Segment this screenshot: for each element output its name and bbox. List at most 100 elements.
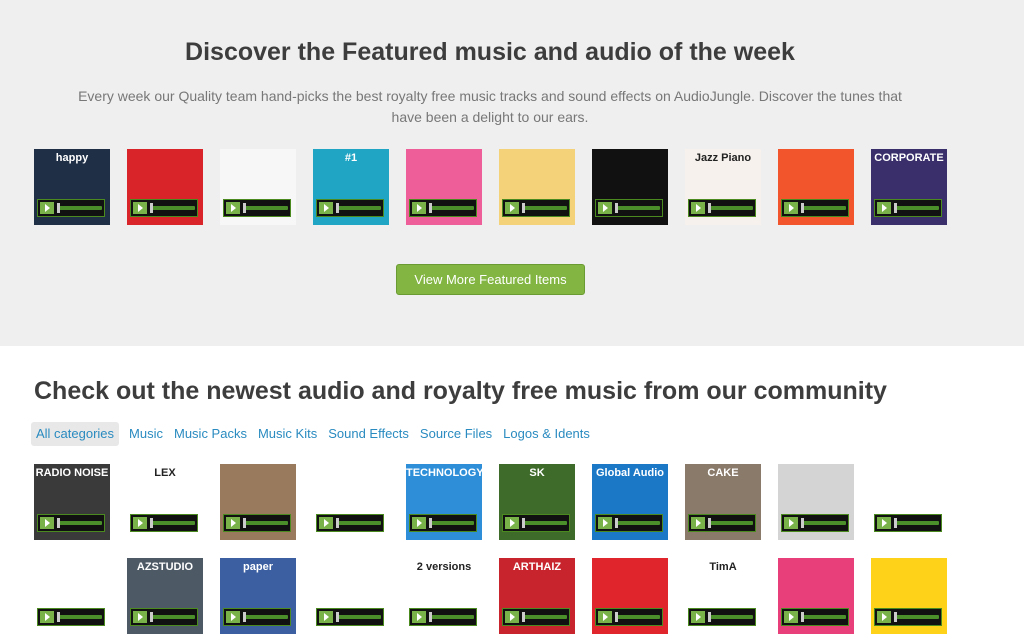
audio-preview-player[interactable] bbox=[223, 608, 291, 626]
audio-item-thumbnail[interactable] bbox=[871, 558, 947, 634]
audio-preview-player[interactable] bbox=[409, 514, 477, 532]
play-icon[interactable] bbox=[319, 517, 333, 529]
playhead-handle[interactable] bbox=[615, 612, 618, 622]
progress-bar[interactable] bbox=[150, 206, 195, 210]
progress-bar[interactable] bbox=[894, 206, 939, 210]
audio-item-thumbnail[interactable]: 2 versions bbox=[406, 558, 482, 634]
audio-item-thumbnail[interactable]: LEX bbox=[127, 464, 203, 540]
audio-item-thumbnail[interactable]: TimA bbox=[685, 558, 761, 634]
audio-preview-player[interactable] bbox=[409, 199, 477, 217]
audio-preview-player[interactable] bbox=[316, 514, 384, 532]
view-more-featured-button[interactable]: View More Featured Items bbox=[396, 264, 585, 295]
playhead-handle[interactable] bbox=[522, 612, 525, 622]
audio-item-thumbnail[interactable]: Global Audio bbox=[592, 464, 668, 540]
audio-preview-player[interactable] bbox=[316, 199, 384, 217]
audio-preview-player[interactable] bbox=[409, 608, 477, 626]
audio-preview-player[interactable] bbox=[316, 608, 384, 626]
audio-item-thumbnail[interactable] bbox=[220, 149, 296, 225]
audio-item-thumbnail[interactable] bbox=[778, 464, 854, 540]
audio-preview-player[interactable] bbox=[688, 514, 756, 532]
progress-bar[interactable] bbox=[522, 615, 567, 619]
progress-bar[interactable] bbox=[57, 206, 102, 210]
playhead-handle[interactable] bbox=[522, 518, 525, 528]
audio-preview-player[interactable] bbox=[502, 199, 570, 217]
play-icon[interactable] bbox=[691, 611, 705, 623]
audio-item-thumbnail[interactable]: paper bbox=[220, 558, 296, 634]
audio-item-thumbnail[interactable] bbox=[220, 464, 296, 540]
category-source-files[interactable]: Source Files bbox=[419, 422, 493, 446]
progress-bar[interactable] bbox=[801, 615, 846, 619]
audio-preview-player[interactable] bbox=[130, 608, 198, 626]
progress-bar[interactable] bbox=[57, 521, 102, 525]
play-icon[interactable] bbox=[505, 611, 519, 623]
progress-bar[interactable] bbox=[708, 615, 753, 619]
audio-preview-player[interactable] bbox=[223, 514, 291, 532]
audio-preview-player[interactable] bbox=[37, 514, 105, 532]
playhead-handle[interactable] bbox=[522, 203, 525, 213]
playhead-handle[interactable] bbox=[57, 518, 60, 528]
audio-preview-player[interactable] bbox=[595, 608, 663, 626]
playhead-handle[interactable] bbox=[708, 203, 711, 213]
play-icon[interactable] bbox=[133, 202, 147, 214]
playhead-handle[interactable] bbox=[429, 203, 432, 213]
playhead-handle[interactable] bbox=[894, 612, 897, 622]
progress-bar[interactable] bbox=[243, 615, 288, 619]
category-music[interactable]: Music bbox=[128, 422, 164, 446]
play-icon[interactable] bbox=[598, 202, 612, 214]
progress-bar[interactable] bbox=[429, 521, 474, 525]
audio-preview-player[interactable] bbox=[130, 199, 198, 217]
play-icon[interactable] bbox=[319, 202, 333, 214]
play-icon[interactable] bbox=[598, 517, 612, 529]
audio-item-thumbnail[interactable]: SK bbox=[499, 464, 575, 540]
category-music-kits[interactable]: Music Kits bbox=[257, 422, 318, 446]
audio-item-thumbnail[interactable] bbox=[406, 149, 482, 225]
playhead-handle[interactable] bbox=[150, 612, 153, 622]
audio-item-thumbnail[interactable]: ARTHAIZ bbox=[499, 558, 575, 634]
playhead-handle[interactable] bbox=[336, 518, 339, 528]
play-icon[interactable] bbox=[319, 611, 333, 623]
play-icon[interactable] bbox=[877, 517, 891, 529]
audio-item-thumbnail[interactable]: happy bbox=[34, 149, 110, 225]
audio-preview-player[interactable] bbox=[130, 514, 198, 532]
playhead-handle[interactable] bbox=[708, 612, 711, 622]
playhead-handle[interactable] bbox=[801, 612, 804, 622]
audio-item-thumbnail[interactable] bbox=[592, 558, 668, 634]
progress-bar[interactable] bbox=[336, 206, 381, 210]
playhead-handle[interactable] bbox=[336, 203, 339, 213]
category-all[interactable]: All categories bbox=[31, 422, 120, 446]
play-icon[interactable] bbox=[226, 202, 240, 214]
play-icon[interactable] bbox=[877, 202, 891, 214]
progress-bar[interactable] bbox=[57, 615, 102, 619]
audio-preview-player[interactable] bbox=[781, 608, 849, 626]
play-icon[interactable] bbox=[133, 517, 147, 529]
audio-preview-player[interactable] bbox=[37, 608, 105, 626]
audio-preview-player[interactable] bbox=[781, 199, 849, 217]
progress-bar[interactable] bbox=[522, 521, 567, 525]
play-icon[interactable] bbox=[505, 202, 519, 214]
audio-item-thumbnail[interactable]: #1 bbox=[313, 149, 389, 225]
audio-preview-player[interactable] bbox=[874, 199, 942, 217]
progress-bar[interactable] bbox=[894, 615, 939, 619]
audio-item-thumbnail[interactable]: CORPORATE bbox=[871, 149, 947, 225]
playhead-handle[interactable] bbox=[150, 203, 153, 213]
audio-item-thumbnail[interactable] bbox=[127, 149, 203, 225]
audio-preview-player[interactable] bbox=[688, 199, 756, 217]
playhead-handle[interactable] bbox=[894, 203, 897, 213]
playhead-handle[interactable] bbox=[801, 203, 804, 213]
progress-bar[interactable] bbox=[894, 521, 939, 525]
audio-item-thumbnail[interactable] bbox=[871, 464, 947, 540]
playhead-handle[interactable] bbox=[243, 518, 246, 528]
progress-bar[interactable] bbox=[708, 521, 753, 525]
progress-bar[interactable] bbox=[150, 615, 195, 619]
play-icon[interactable] bbox=[691, 517, 705, 529]
play-icon[interactable] bbox=[226, 517, 240, 529]
audio-item-thumbnail[interactable] bbox=[313, 558, 389, 634]
playhead-handle[interactable] bbox=[336, 612, 339, 622]
play-icon[interactable] bbox=[40, 611, 54, 623]
audio-item-thumbnail[interactable]: Jazz Piano bbox=[685, 149, 761, 225]
playhead-handle[interactable] bbox=[57, 203, 60, 213]
play-icon[interactable] bbox=[226, 611, 240, 623]
audio-item-thumbnail[interactable] bbox=[592, 149, 668, 225]
playhead-handle[interactable] bbox=[243, 203, 246, 213]
progress-bar[interactable] bbox=[522, 206, 567, 210]
